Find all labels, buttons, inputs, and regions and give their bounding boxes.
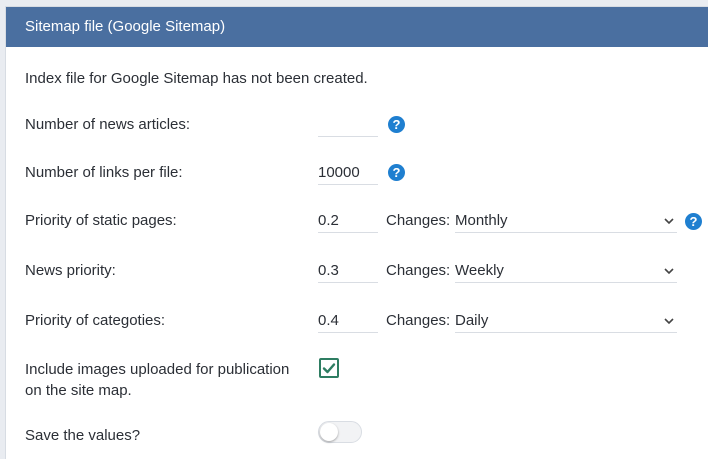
news-priority-label: News priority: (25, 262, 116, 279)
news-changes-label: Changes: (386, 262, 451, 279)
chevron-down-icon (664, 268, 674, 275)
help-icon[interactable]: ? (388, 164, 405, 181)
categories-changes-label: Changes: (386, 312, 451, 329)
save-values-label: Save the values? (25, 427, 141, 444)
static-pages-changes-select[interactable]: Monthly (455, 210, 677, 233)
help-icon[interactable]: ? (388, 116, 405, 133)
checkmark-icon (322, 363, 336, 374)
news-changes-select[interactable]: Weekly (455, 260, 677, 283)
news-articles-label: Number of news articles: (25, 116, 191, 133)
links-per-file-label: Number of links per file: (25, 164, 183, 181)
toggle-knob (320, 423, 338, 441)
panel-title: Sitemap file (Google Sitemap) (25, 18, 226, 35)
include-images-checkbox[interactable] (319, 358, 339, 378)
news-articles-input[interactable] (318, 114, 378, 137)
static-pages-priority-input[interactable]: 0.2 (318, 210, 378, 233)
chevron-down-icon (664, 318, 674, 325)
include-images-label-line1: Include images uploaded for publication (25, 361, 290, 378)
static-pages-priority-label: Priority of static pages: (25, 212, 177, 229)
news-priority-input[interactable]: 0.3 (318, 260, 378, 283)
links-per-file-input[interactable]: 10000 (318, 162, 378, 185)
save-values-toggle[interactable] (318, 421, 362, 443)
help-icon[interactable]: ? (685, 213, 702, 230)
panel-header: Sitemap file (Google Sitemap) (6, 7, 708, 47)
info-message: Index file for Google Sitemap has not be… (25, 70, 368, 87)
categories-priority-label: Priority of categoties: (25, 312, 166, 329)
include-images-label: Include images uploaded for publication … (25, 359, 289, 401)
include-images-label-line2: on the site map. (25, 382, 132, 399)
static-pages-changes-value: Monthly (455, 212, 508, 229)
categories-priority-input[interactable]: 0.4 (318, 310, 378, 333)
chevron-down-icon (664, 218, 674, 225)
static-pages-changes-label: Changes: (386, 212, 451, 229)
categories-changes-value: Daily (455, 312, 489, 329)
categories-changes-select[interactable]: Daily (455, 310, 677, 333)
sitemap-panel: Sitemap file (Google Sitemap) Index file… (5, 6, 708, 459)
news-changes-value: Weekly (455, 262, 504, 279)
